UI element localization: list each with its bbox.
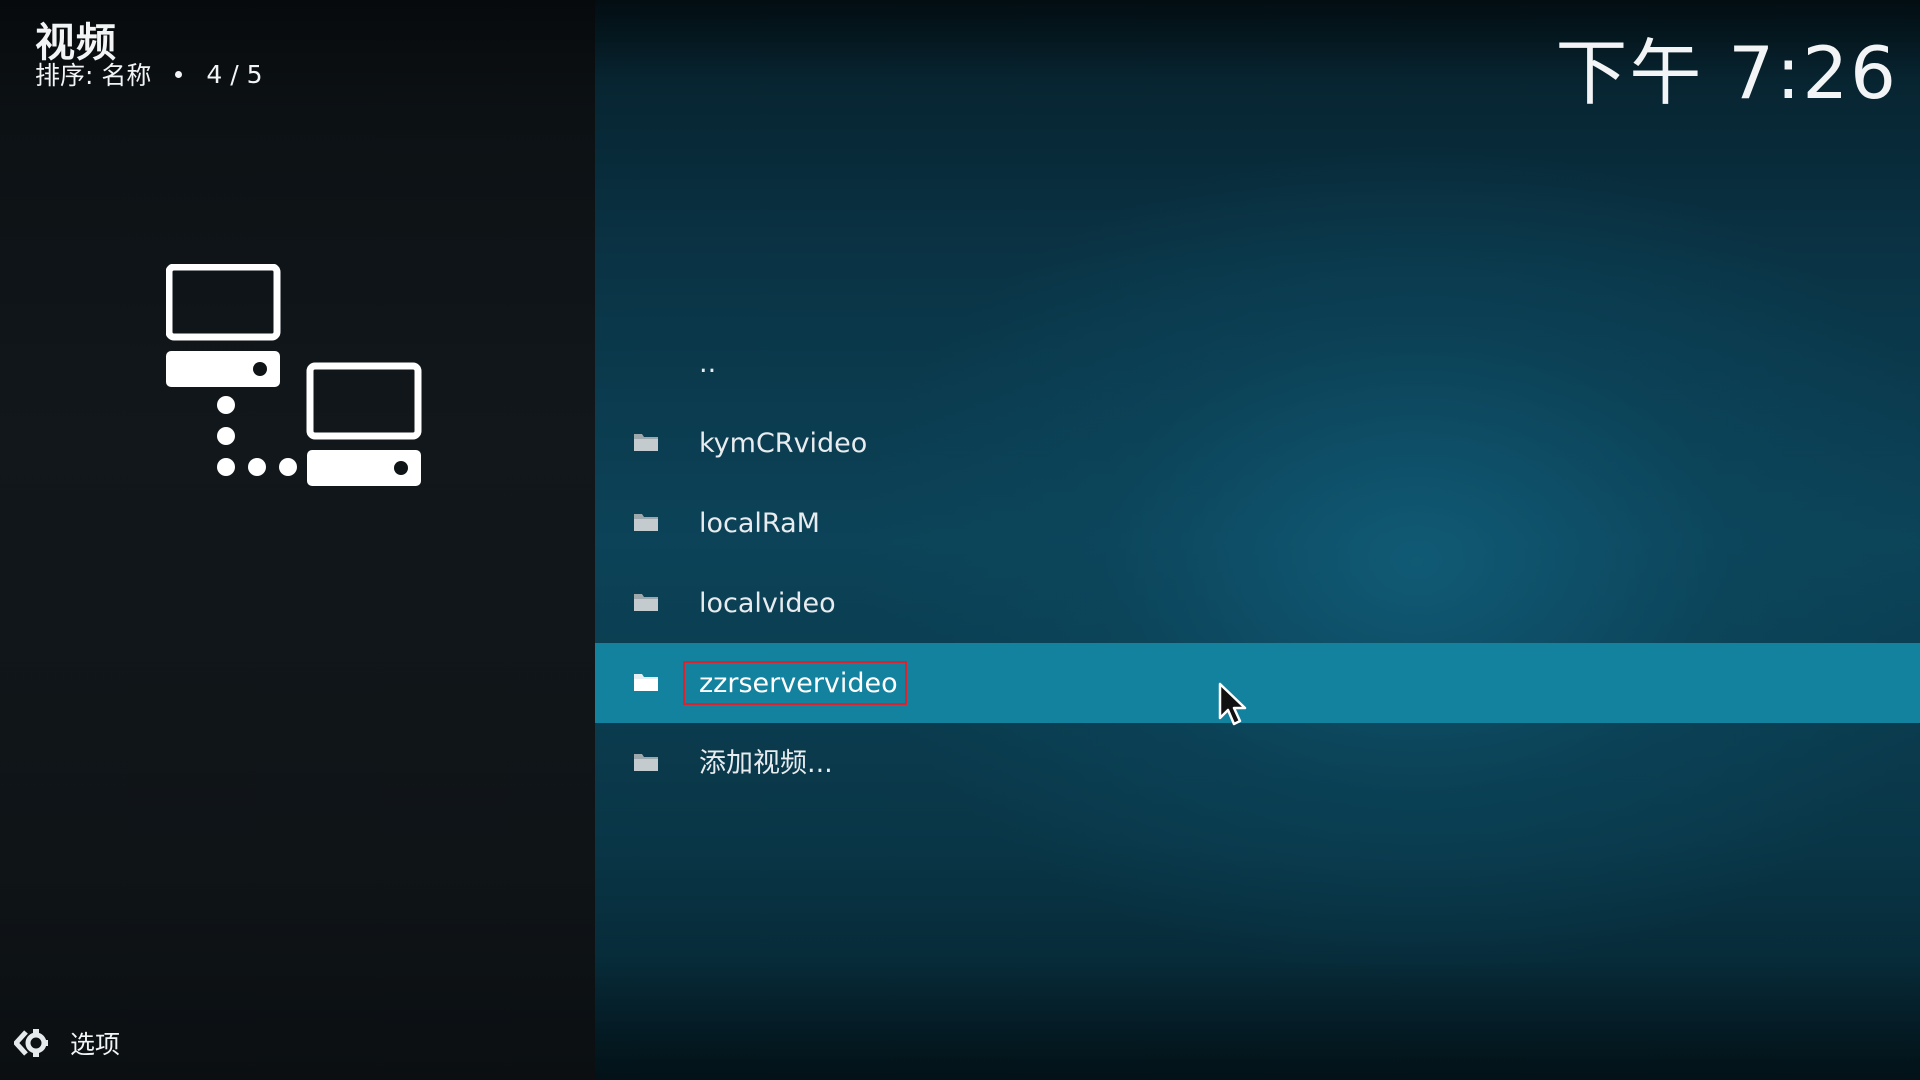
list-item-parent[interactable]: .. (595, 323, 1920, 403)
list-item-label: localvideo (699, 587, 836, 619)
mouse-pointer-icon (1218, 682, 1247, 726)
list-item-label: 添加视频... (699, 747, 833, 779)
options-label: 选项 (70, 1030, 121, 1059)
sort-label: 排序: 名称 (35, 61, 152, 90)
network-computers-icon (166, 264, 422, 486)
options-gear-icon (14, 1029, 48, 1057)
kodi-video-browser: 视频 排序: 名称 4 / 5 选项 下午 7:26 .. kymCRvideo… (0, 0, 1920, 1080)
list-item-localram[interactable]: localRaM (595, 483, 1920, 563)
folder-icon (634, 674, 658, 691)
list-item-label: kymCRvideo (699, 427, 868, 459)
clock: 下午 7:26 (1555, 31, 1898, 115)
list-item-zzrservervideo[interactable]: zzrservervideo (595, 643, 1920, 723)
list-item-add-video[interactable]: 添加视频... (595, 723, 1920, 803)
folder-icon (634, 434, 658, 451)
item-position: 4 / 5 (206, 59, 263, 89)
info-pane: 视频 排序: 名称 4 / 5 选项 (0, 0, 595, 1080)
file-list: .. kymCRvideo localRaM localvideo zzrser… (595, 323, 1920, 803)
list-item-label: .. (699, 347, 717, 379)
folder-icon (634, 514, 658, 531)
list-item-localvideo[interactable]: localvideo (595, 563, 1920, 643)
folder-icon (634, 594, 658, 611)
sort-info[interactable]: 排序: 名称 4 / 5 (35, 56, 263, 92)
options-button[interactable]: 选项 (14, 1025, 120, 1061)
list-item-label: localRaM (699, 507, 820, 539)
list-item-label: zzrservervideo (699, 667, 898, 699)
folder-icon (634, 754, 658, 771)
list-item-kymcrvideo[interactable]: kymCRvideo (595, 403, 1920, 483)
separator-dot (175, 70, 183, 78)
